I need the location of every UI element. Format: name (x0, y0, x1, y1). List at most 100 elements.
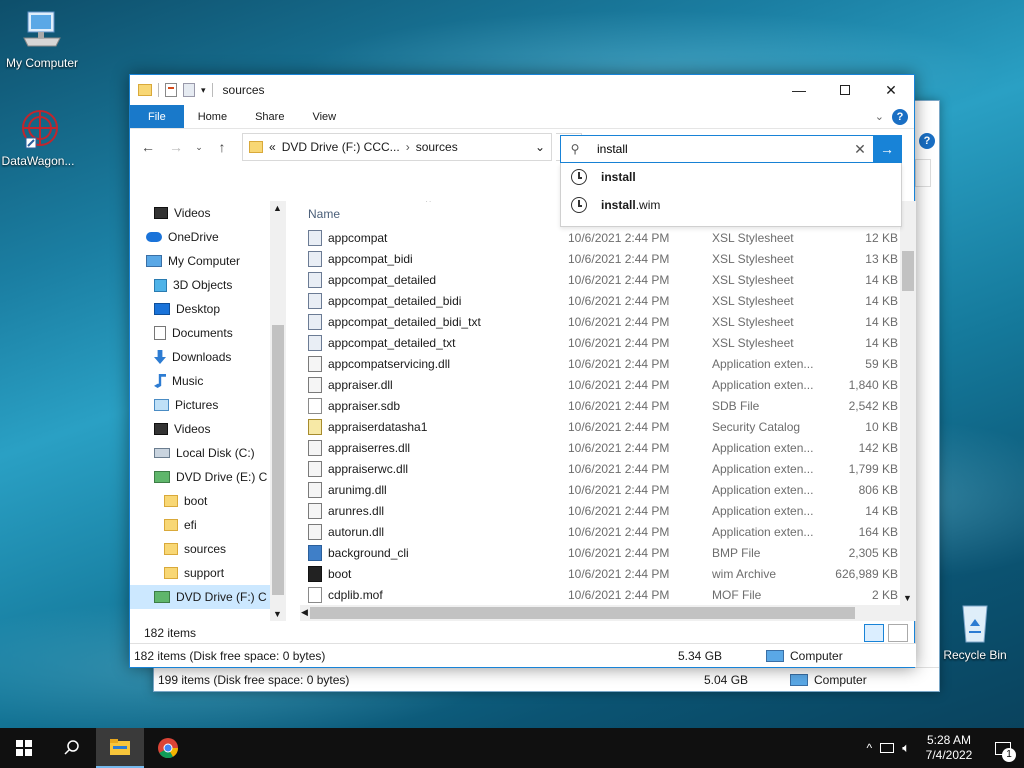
scroll-down-icon[interactable]: ▼ (273, 609, 282, 619)
breadcrumb-segment-sources[interactable]: sources (416, 140, 458, 154)
file-row[interactable]: background_cli 10/6/2021 2:44 PM BMP File 2… (300, 542, 900, 563)
recent-locations-icon[interactable]: ⌄ (192, 135, 206, 159)
back-button[interactable]: ← (136, 135, 160, 159)
file-row[interactable]: appcompatservicing.dll 10/6/2021 2:44 PM A… (300, 353, 900, 374)
title-bar[interactable]: ▾ sources — ✕ (130, 75, 914, 105)
help-icon[interactable]: ? (892, 108, 908, 125)
desktop-icon-my-computer[interactable]: My Computer (0, 8, 84, 70)
new-folder-icon[interactable] (183, 83, 195, 97)
taskbar-search-button[interactable] (48, 728, 96, 768)
search-suggestion-item[interactable]: install (561, 163, 901, 191)
help-icon[interactable]: ? (919, 133, 935, 149)
file-row[interactable]: appcompat_detailed_bidi_txt 10/6/2021 2:4… (300, 311, 900, 332)
file-list-scrollbar[interactable]: ▼ (900, 201, 916, 621)
file-row[interactable]: arunres.dll 10/6/2021 2:44 PM Application … (300, 500, 900, 521)
close-button[interactable]: ✕ (868, 75, 914, 105)
clear-search-icon[interactable]: ✕ (847, 141, 873, 158)
nav-item[interactable]: efi (130, 513, 286, 537)
notifications-button[interactable]: 1 (988, 728, 1018, 768)
nav-item[interactable]: boot (130, 489, 286, 513)
desktop-icon-recycle-bin[interactable]: Recycle Bin (933, 600, 1017, 662)
file-row[interactable]: appcompat_detailed_bidi 10/6/2021 2:44 PM… (300, 290, 900, 311)
maximize-button[interactable] (822, 75, 868, 105)
tab-share[interactable]: Share (241, 105, 298, 128)
status-size: 5.34 GB (678, 648, 723, 663)
file-row[interactable]: appraiserdatasha1 10/6/2021 2:44 PM Securi… (300, 416, 900, 437)
tab-view[interactable]: View (298, 105, 350, 128)
column-header-name[interactable]: Name (300, 207, 340, 221)
status-bar: 182 items (Disk free space: 0 bytes) 5.3… (130, 643, 916, 667)
properties-icon[interactable] (165, 83, 177, 97)
nav-item[interactable]: Music (130, 369, 286, 393)
nav-item-label: Pictures (175, 398, 219, 412)
file-name-cell: appcompat_detailed_bidi (300, 292, 568, 309)
taskbar-file-explorer[interactable] (96, 728, 144, 768)
breadcrumb-overflow[interactable]: « (269, 140, 276, 154)
file-row[interactable]: appcompat 10/6/2021 2:44 PM XSL Stylesheet… (300, 227, 900, 248)
nav-pane-scrollbar[interactable]: ▲ ▼ (270, 201, 286, 621)
nav-item[interactable]: Local Disk (C:) (130, 441, 286, 465)
nav-item[interactable]: Downloads (130, 345, 286, 369)
tab-home[interactable]: Home (184, 105, 241, 128)
file-row[interactable]: appraiser.sdb 10/6/2021 2:44 PM SDB File 2,… (300, 395, 900, 416)
scrollbar-thumb[interactable] (310, 607, 855, 619)
scroll-down-icon[interactable]: ▼ (903, 593, 912, 603)
file-row[interactable]: appcompat_detailed 10/6/2021 2:44 PM XSL S… (300, 269, 900, 290)
nav-item[interactable]: sources (130, 537, 286, 561)
scroll-left-icon[interactable]: ◀ (301, 607, 308, 618)
clock[interactable]: 5:28 AM 7/4/2022 (918, 733, 980, 763)
address-bar[interactable]: « DVD Drive (F:) CCC... › sources ⌄ (242, 133, 552, 161)
forward-button[interactable]: → (164, 135, 188, 159)
address-dropdown-icon[interactable]: ⌄ (535, 140, 545, 154)
nav-item[interactable]: DVD Drive (F:) C (130, 585, 286, 609)
nav-item[interactable]: My Computer (130, 249, 286, 273)
start-button[interactable] (0, 728, 48, 768)
minimize-button[interactable]: — (776, 75, 822, 105)
nav-item[interactable]: Videos (130, 201, 286, 225)
search-box[interactable]: ⚲ ✕ → (560, 135, 902, 163)
taskbar-chrome[interactable] (144, 728, 192, 768)
file-row[interactable]: arunimg.dll 10/6/2021 2:44 PM Application … (300, 479, 900, 500)
file-row[interactable]: appraiserres.dll 10/6/2021 2:44 PM Applica… (300, 437, 900, 458)
chevron-up-icon[interactable]: ^ (867, 741, 873, 755)
expand-ribbon-icon[interactable]: ⌄ (875, 110, 884, 123)
up-button[interactable]: ↑ (210, 135, 234, 159)
nav-item[interactable]: Videos (130, 417, 286, 441)
tab-file[interactable]: File (130, 105, 184, 128)
file-row[interactable]: appraiserwc.dll 10/6/2021 2:44 PM Applicat… (300, 458, 900, 479)
search-go-button[interactable]: → (873, 136, 901, 162)
nav-item[interactable]: Documents (130, 321, 286, 345)
file-row[interactable]: appcompat_bidi 10/6/2021 2:44 PM XSL Style… (300, 248, 900, 269)
large-icons-view-button[interactable] (888, 624, 908, 642)
file-list[interactable]: Name ^ appcompat 10/6/2021 2:44 PM XSL Sty… (300, 201, 900, 621)
network-icon[interactable] (880, 743, 895, 753)
file-row[interactable]: appcompat_detailed_txt 10/6/2021 2:44 PM X… (300, 332, 900, 353)
details-view-button[interactable] (864, 624, 884, 642)
nav-item[interactable]: support (130, 561, 286, 585)
nav-item[interactable]: Pictures (130, 393, 286, 417)
nav-item[interactable]: DVD Drive (E:) C (130, 465, 286, 489)
search-input[interactable] (597, 142, 847, 156)
file-row[interactable]: autorun.dll 10/6/2021 2:44 PM Application … (300, 521, 900, 542)
customize-toolbar-dropdown-icon[interactable]: ▾ (201, 85, 206, 96)
file-row[interactable]: boot 10/6/2021 2:44 PM wim Archive 626,989 … (300, 563, 900, 584)
nav-item[interactable]: Desktop (130, 297, 286, 321)
file-name-cell: background_cli (300, 544, 568, 561)
scrollbar-thumb[interactable] (272, 325, 284, 595)
breadcrumb-segment-drive[interactable]: DVD Drive (F:) CCC... (282, 140, 400, 154)
file-type: wim Archive (712, 566, 777, 581)
nav-item[interactable]: OneDrive (130, 225, 286, 249)
file-row[interactable]: appraiser.dll 10/6/2021 2:44 PM Applicatio… (300, 374, 900, 395)
volume-icon[interactable]: 🔈︎ (902, 740, 910, 756)
desktop-icon-datawagon[interactable]: DataWagon... (0, 106, 80, 168)
scroll-up-icon[interactable]: ▲ (273, 203, 282, 213)
horizontal-scrollbar[interactable]: ◀ (300, 605, 900, 621)
scrollbar-thumb[interactable] (902, 251, 914, 291)
file-row[interactable]: cdplib.mof 10/6/2021 2:44 PM MOF File 2 KB (300, 584, 900, 605)
file-type: Application exten... (712, 503, 814, 518)
search-suggestion-item[interactable]: install.wim (561, 191, 901, 219)
navigation-pane[interactable]: Videos OneDrive My Computer 3D Objects Deskt… (130, 201, 286, 621)
nav-item[interactable]: 3D Objects (130, 273, 286, 297)
explorer-window[interactable]: ▾ sources — ✕ File Home Share View ⌄ ? ←… (129, 74, 916, 668)
dll-file-icon (308, 439, 322, 456)
